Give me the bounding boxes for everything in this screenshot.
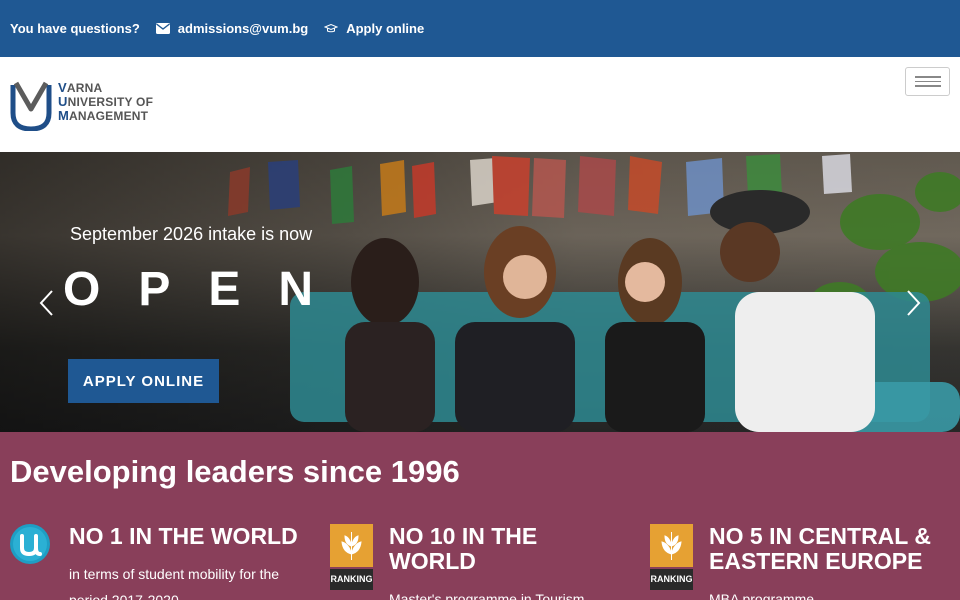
logo-line-1: ARNA (66, 81, 103, 95)
logo-cap-m: M (58, 108, 70, 123)
site-header: VARNA UNIVERSITY OF MANAGEMENT (0, 57, 960, 152)
logo-wordmark: VARNA UNIVERSITY OF MANAGEMENT (58, 80, 154, 124)
ranking-badge-text: RANKING (331, 574, 373, 584)
rankings-section: Developing leaders since 1996 NO 1 IN TH… (0, 432, 960, 600)
menu-bar (914, 80, 941, 83)
logo-line-2: NIVERSITY OF (67, 95, 154, 109)
envelope-icon (155, 23, 170, 34)
ranking-description: MBA programme (709, 591, 815, 600)
apply-online-text: Apply online (346, 21, 425, 36)
ranking-item: RANKING NO 5 IN CENTRAL & EASTERN EUROPE… (650, 524, 949, 600)
ranking-title: NO 5 IN CENTRAL & EASTERN EUROPE (709, 523, 931, 574)
university-logo[interactable]: VARNA UNIVERSITY OF MANAGEMENT (10, 79, 153, 131)
slider-prev-arrow-icon[interactable] (36, 288, 56, 318)
ranking-title: NO 10 IN THE WORLD (389, 523, 538, 574)
logo-cap-v: V (58, 80, 67, 95)
email-link[interactable]: admissions@vum.bg (155, 21, 309, 36)
menu-bar (914, 76, 941, 78)
vum-logo-icon (10, 81, 52, 131)
top-contact-bar: You have questions? admissions@vum.bg Ap… (0, 0, 960, 57)
questions-text: You have questions? (10, 21, 140, 36)
hero-lead-text: September 2026 intake is now (70, 224, 313, 244)
eduniversal-ranking-icon: RANKING (650, 524, 693, 590)
hamburger-menu-button[interactable] (905, 67, 950, 96)
eduniversal-ranking-icon: RANKING (330, 524, 373, 590)
ranking-description: Master's programme in Tourism (389, 591, 585, 600)
logo-line-3: ANAGEMENT (69, 109, 149, 123)
ranking-item: RANKING NO 10 IN THE WORLD Master's prog… (330, 524, 619, 600)
apply-online-button[interactable]: APPLY ONLINE (68, 359, 219, 403)
questions-label: You have questions? (10, 21, 140, 36)
slider-next-arrow-icon[interactable] (904, 288, 924, 318)
section-heading: Developing leaders since 1996 (10, 454, 460, 489)
graduation-cap-icon (324, 23, 339, 34)
u-multirank-icon (10, 524, 50, 564)
ranking-item: NO 1 IN THE WORLD in terms of student mo… (10, 524, 309, 600)
hero-title: OPEN (63, 263, 352, 316)
menu-bar (914, 85, 941, 87)
ranking-badge-text: RANKING (651, 574, 693, 584)
email-text: admissions@vum.bg (177, 21, 309, 36)
logo-cap-u: U (58, 94, 68, 109)
hero-slider: September 2026 intake is now OPEN APPLY … (0, 152, 960, 432)
ranking-title: NO 1 IN THE WORLD (69, 523, 298, 549)
apply-online-link[interactable]: Apply online (324, 21, 424, 36)
ranking-description: in terms of student mobility for the per… (69, 566, 280, 600)
